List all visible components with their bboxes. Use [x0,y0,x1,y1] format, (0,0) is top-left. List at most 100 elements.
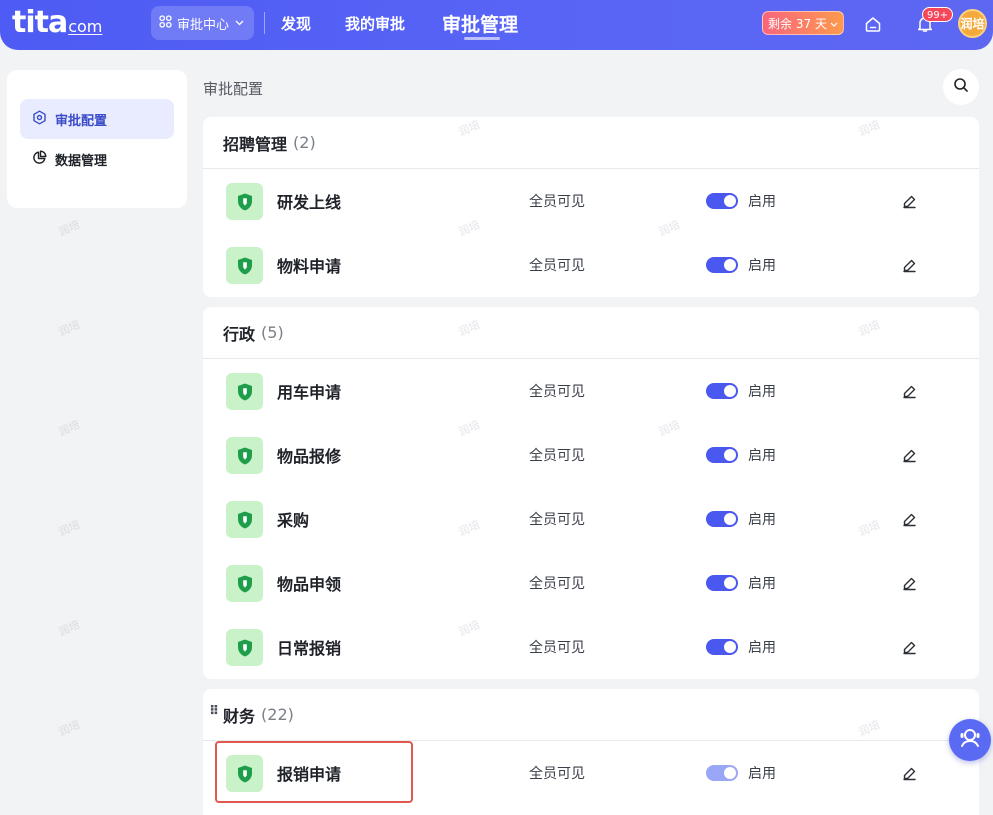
approval-name: 用车申请 [277,383,342,402]
status-label: 启用 [748,258,776,274]
edit-icon[interactable] [900,638,918,656]
watermark: 润培 [56,317,82,339]
group-card-recruitment: 招聘管理 (2) 研发上线 全员可见 启用 物料申请 全员可见 启用 [203,117,979,297]
visibility-scope: 全员可见 [529,258,585,274]
enable-toggle[interactable] [706,639,738,655]
visibility-scope: 全员可见 [529,384,585,400]
status-label: 启用 [748,640,776,656]
tita-logo[interactable]: tita com [12,6,102,40]
logo-text: tita [12,5,68,40]
shield-icon [226,373,263,410]
status-label: 启用 [748,194,776,210]
approval-name: 采购 [277,511,310,530]
watermark: 润培 [56,717,82,739]
chevron-down-icon [235,18,244,29]
group-title: 财务 [223,706,256,726]
sidebar-item-label: 审批配置 [55,113,108,129]
edit-icon[interactable] [900,192,918,210]
nav-approval-management[interactable]: 审批管理 [442,0,518,46]
nav-my-approvals[interactable]: 我的审批 [345,0,405,46]
shield-icon [226,755,263,792]
page-title: 审批配置 [203,80,264,98]
status-label: 启用 [748,576,776,592]
list-item[interactable]: 物品申领 全员可见 启用 [203,551,979,615]
shield-icon [226,565,263,602]
approval-name: 物品申领 [277,575,342,594]
approval-name: 物料申请 [277,257,342,276]
approval-name: 日常报销 [277,639,342,658]
shield-icon [226,183,263,220]
trial-badge[interactable]: 剩余 37 天 [762,11,844,35]
nav-discover[interactable]: 发现 [281,0,311,46]
approval-name: 研发上线 [277,193,342,212]
visibility-scope: 全员可见 [529,766,585,782]
group-card-admin: 行政 (5) 用车申请 全员可见 启用 物品报修 全员可见 启用 采购 全员可见… [203,307,979,679]
enable-toggle[interactable] [706,383,738,399]
assistant-button[interactable] [949,719,991,761]
chevron-down-icon [830,16,838,30]
edit-icon[interactable] [900,574,918,592]
logo-suffix: com [68,17,103,36]
approval-name: 物品报修 [277,447,342,466]
sidebar: 审批配置 数据管理 [7,70,187,208]
search-button[interactable] [943,69,979,105]
group-title: 招聘管理 [223,134,288,154]
search-icon [953,77,969,97]
sidebar-item-label: 数据管理 [55,153,108,169]
visibility-scope: 全员可见 [529,640,585,656]
pie-chart-icon [32,150,47,169]
status-label: 启用 [748,448,776,464]
approval-name: 报销申请 [277,765,342,784]
switcher-label: 审批中心 [177,17,230,33]
group-count: (5) [261,323,284,342]
enable-toggle[interactable] [706,575,738,591]
home-icon[interactable] [862,13,884,35]
edit-icon[interactable] [900,256,918,274]
visibility-scope: 全员可见 [529,576,585,592]
visibility-scope: 全员可见 [529,194,585,210]
group-card-finance: ⠿ 财务 (22) 报销申请 全员可见 启用 [203,689,979,815]
watermark: 润培 [56,517,82,539]
notification-badge: 99+ [922,7,954,22]
group-header: 行政 (5) [203,307,979,359]
sidebar-item-approval-config[interactable]: 审批配置 [20,99,174,139]
edit-icon[interactable] [900,446,918,464]
list-item[interactable]: 物品报修 全员可见 启用 [203,423,979,487]
group-count: (2) [293,133,316,152]
enable-toggle[interactable] [706,511,738,527]
edit-icon[interactable] [900,382,918,400]
list-item[interactable]: 日常报销 全员可见 启用 [203,615,979,679]
list-item[interactable]: 报销申请 全员可见 启用 [203,741,979,805]
list-item[interactable]: 研发上线 全员可见 启用 [203,169,979,233]
edit-icon[interactable] [900,510,918,528]
shield-icon [226,437,263,474]
top-bar: tita com 审批中心 发现 我的审批 审批管理 剩余 37 天 99+ 润… [0,0,993,50]
status-label: 启用 [748,766,776,782]
enable-toggle[interactable] [706,193,738,209]
visibility-scope: 全员可见 [529,448,585,464]
group-header: ⠿ 财务 (22) [203,689,979,741]
edit-icon[interactable] [900,764,918,782]
nav-divider [264,12,265,34]
enable-toggle[interactable] [706,447,738,463]
app-switcher[interactable]: 审批中心 [151,6,254,40]
shield-icon [226,247,263,284]
avatar[interactable]: 润培 [958,9,987,38]
group-header: 招聘管理 (2) [203,117,979,169]
list-item[interactable]: 用车申请 全员可见 启用 [203,359,979,423]
shield-icon [226,629,263,666]
list-item[interactable]: 采购 全员可见 启用 [203,487,979,551]
watermark: 润培 [56,217,82,239]
watermark: 润培 [56,417,82,439]
watermark: 润培 [56,617,82,639]
status-label: 启用 [748,384,776,400]
sidebar-item-data-management[interactable]: 数据管理 [20,139,174,179]
visibility-scope: 全员可见 [529,512,585,528]
group-title: 行政 [223,324,256,344]
drag-handle-icon[interactable]: ⠿ [209,705,219,718]
trial-label: 剩余 37 天 [768,16,827,31]
group-count: (22) [261,705,294,724]
enable-toggle[interactable] [706,765,738,781]
enable-toggle[interactable] [706,257,738,273]
list-item[interactable]: 物料申请 全员可见 启用 [203,233,979,297]
